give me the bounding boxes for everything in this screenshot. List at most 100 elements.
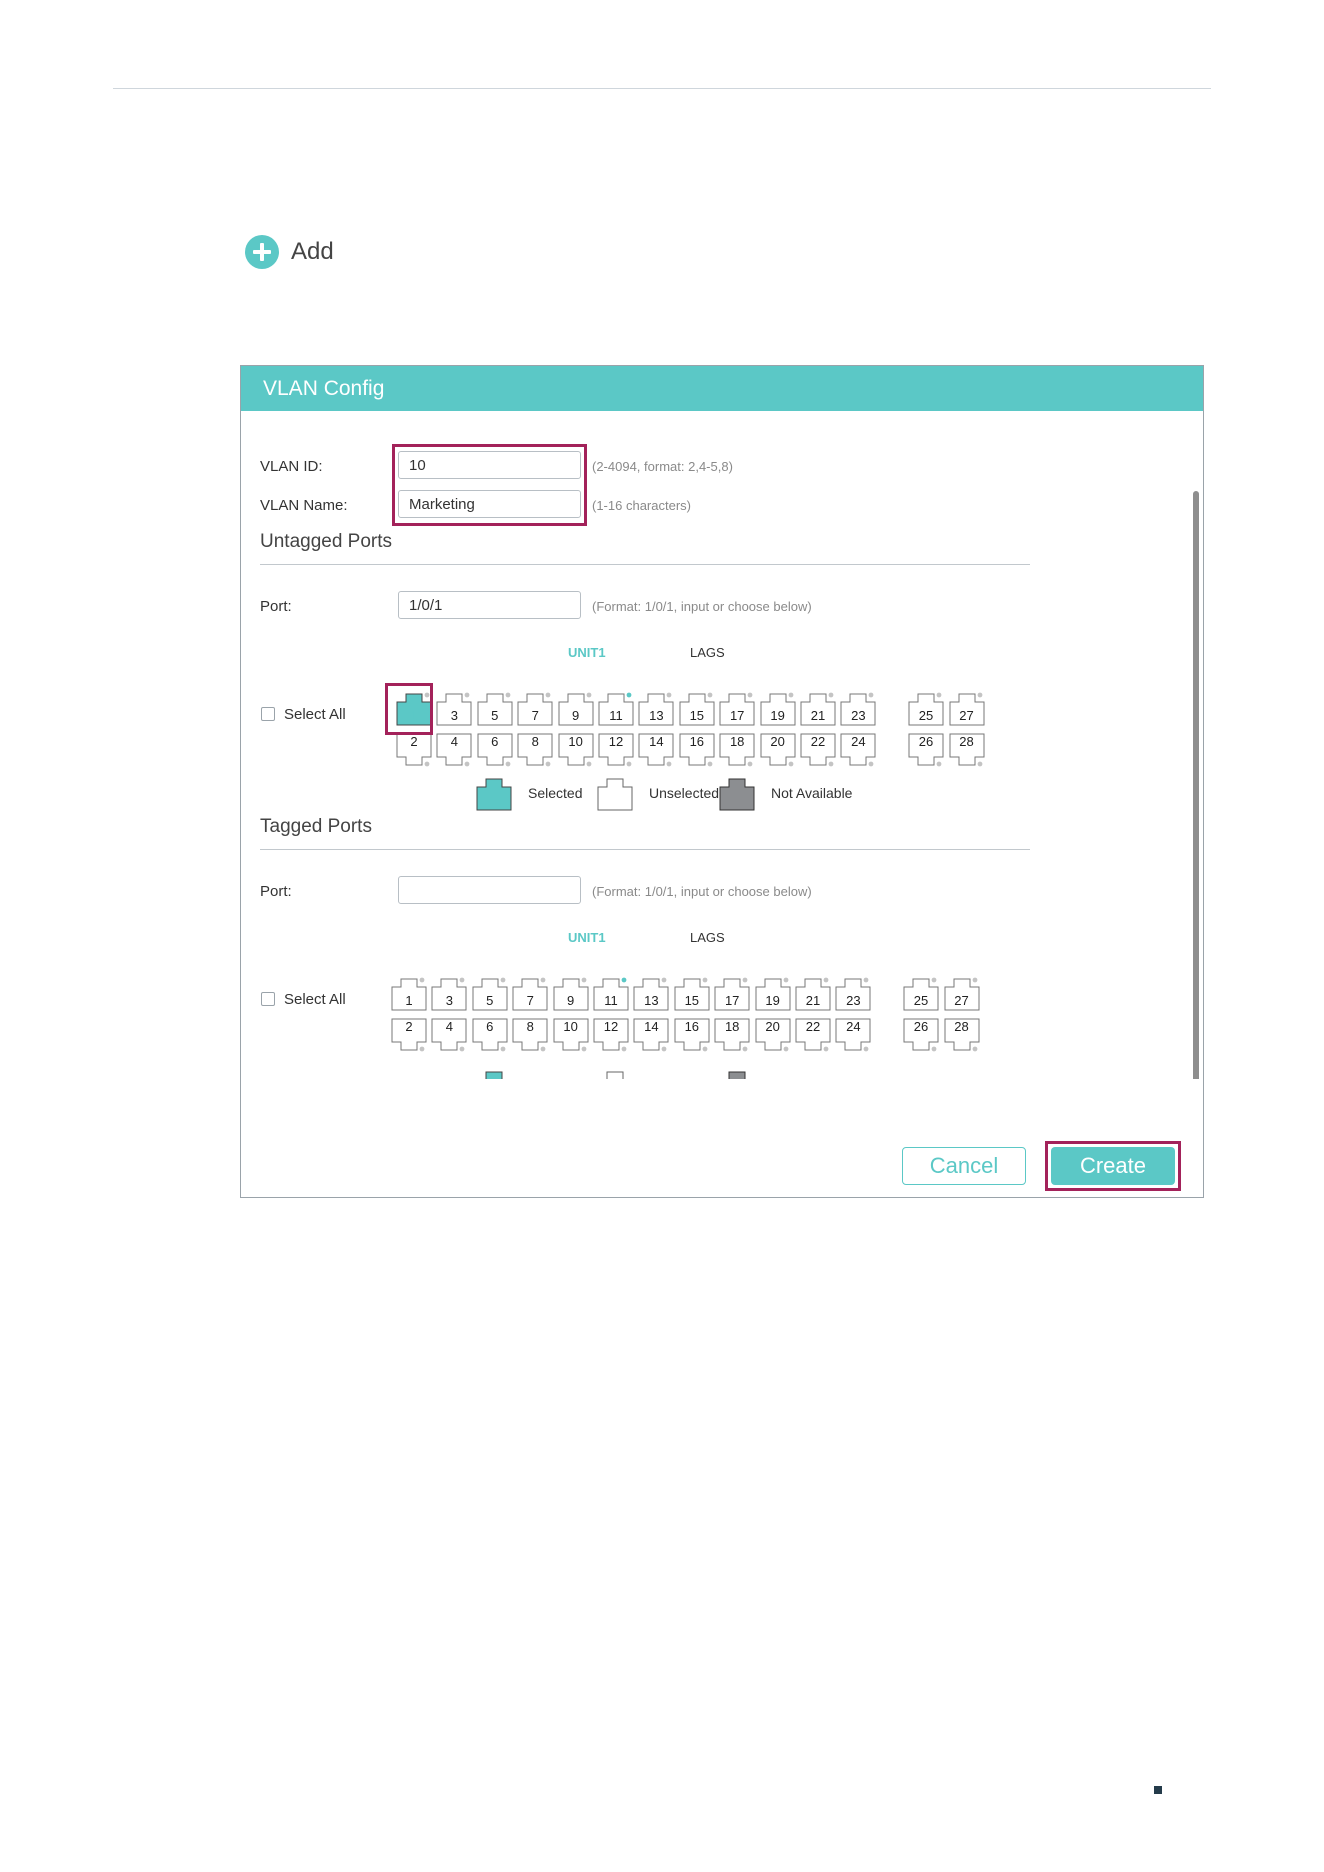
untagged-ports-title: Untagged Ports xyxy=(260,531,393,552)
tagged-port-11[interactable]: 11 xyxy=(593,975,629,1011)
untagged-port-24[interactable]: 24 xyxy=(840,733,876,769)
scrollbar[interactable] xyxy=(1193,491,1199,1079)
tagged-port-4[interactable]: 4 xyxy=(431,1018,467,1054)
tagged-port-28[interactable]: 28 xyxy=(944,1018,980,1054)
tagged-port-26[interactable]: 26 xyxy=(903,1018,939,1054)
untagged-port-7[interactable]: 7 xyxy=(517,690,553,726)
tagged-port-25[interactable]: 25 xyxy=(903,975,939,1011)
port-number: 14 xyxy=(644,1019,659,1034)
port-number: 24 xyxy=(851,734,866,749)
plus-circle-icon xyxy=(245,235,279,269)
port-number: 23 xyxy=(846,993,861,1008)
untagged-port-9[interactable]: 9 xyxy=(558,690,594,726)
untagged-port-27[interactable]: 27 xyxy=(949,690,985,726)
port-number: 12 xyxy=(608,734,624,749)
tagged-port-3[interactable]: 3 xyxy=(431,975,467,1011)
untagged-port-22[interactable]: 22 xyxy=(800,733,836,769)
untagged-port-3[interactable]: 3 xyxy=(436,690,472,726)
untagged-port-25[interactable]: 25 xyxy=(908,690,944,726)
port-number: 27 xyxy=(959,708,974,723)
tagged-port-14[interactable]: 14 xyxy=(633,1018,669,1054)
port-number: 2 xyxy=(410,734,418,749)
vlan-name-hint: (1-16 characters) xyxy=(592,498,691,513)
port-number: 25 xyxy=(918,708,934,723)
untagged-port-19[interactable]: 19 xyxy=(760,690,796,726)
port-number: 11 xyxy=(604,993,618,1008)
untagged-select-all-checkbox[interactable] xyxy=(261,707,275,721)
tagged-port-22[interactable]: 22 xyxy=(795,1018,831,1054)
port-number: 5 xyxy=(491,708,499,723)
add-label: Add xyxy=(291,238,334,265)
tagged-port-15[interactable]: 15 xyxy=(674,975,710,1011)
tagged-port-8[interactable]: 8 xyxy=(512,1018,548,1054)
tagged-port-21[interactable]: 21 xyxy=(795,975,831,1011)
tagged-port-17[interactable]: 17 xyxy=(714,975,750,1011)
tagged-port-5[interactable]: 5 xyxy=(472,975,508,1011)
untagged-port-20[interactable]: 20 xyxy=(760,733,796,769)
untagged-port-8[interactable]: 8 xyxy=(517,733,553,769)
tagged-port-input[interactable] xyxy=(398,876,581,904)
tagged-port-20[interactable]: 20 xyxy=(755,1018,791,1054)
port-number: 2 xyxy=(405,1019,413,1034)
untagged-port-14[interactable]: 14 xyxy=(638,733,674,769)
port-number: 26 xyxy=(913,1019,929,1034)
untagged-port-13[interactable]: 13 xyxy=(638,690,674,726)
untagged-port-4[interactable]: 4 xyxy=(436,733,472,769)
port-number: 18 xyxy=(724,1019,740,1034)
port-number: 20 xyxy=(770,734,785,749)
untagged-port-23[interactable]: 23 xyxy=(840,690,876,726)
legend-selected: Selected xyxy=(476,775,582,811)
port-number: 21 xyxy=(805,993,821,1008)
port-number: 15 xyxy=(684,993,700,1008)
untagged-port-26[interactable]: 26 xyxy=(908,733,944,769)
tagged-port-18[interactable]: 18 xyxy=(714,1018,750,1054)
port-number: 13 xyxy=(649,708,664,723)
port-number: 23 xyxy=(851,708,866,723)
untagged-port-input[interactable] xyxy=(398,591,581,619)
tagged-legend-not-available-icon xyxy=(728,1071,746,1079)
untagged-port-11[interactable]: 11 xyxy=(598,690,634,726)
untagged-port-21[interactable]: 21 xyxy=(800,690,836,726)
tagged-port-24[interactable]: 24 xyxy=(835,1018,871,1054)
untagged-port-2[interactable]: 2 xyxy=(396,733,432,769)
untagged-port-10[interactable]: 10 xyxy=(558,733,594,769)
tagged-port-19[interactable]: 19 xyxy=(755,975,791,1011)
tagged-port-12[interactable]: 12 xyxy=(593,1018,629,1054)
tagged-port-23[interactable]: 23 xyxy=(835,975,871,1011)
untagged-port-16[interactable]: 16 xyxy=(679,733,715,769)
untagged-port-5[interactable]: 5 xyxy=(477,690,513,726)
tagged-port-16[interactable]: 16 xyxy=(674,1018,710,1054)
tagged-port-1[interactable]: 1 xyxy=(391,975,427,1011)
untagged-port-1[interactable]: 1 xyxy=(396,690,432,726)
dialog-title: VLAN Config xyxy=(263,376,385,400)
port-number: 14 xyxy=(649,734,664,749)
create-button[interactable]: Create xyxy=(1051,1147,1175,1185)
vlan-name-input[interactable] xyxy=(398,490,581,518)
legend-not-available: Not Available xyxy=(719,775,852,811)
untagged-port-28[interactable]: 28 xyxy=(949,733,985,769)
vlan-id-input[interactable] xyxy=(398,451,581,479)
tagged-ports-title: Tagged Ports xyxy=(260,816,372,837)
port-number: 7 xyxy=(531,708,539,723)
tagged-port-9[interactable]: 9 xyxy=(553,975,589,1011)
untagged-port-12[interactable]: 12 xyxy=(598,733,634,769)
tagged-port-2[interactable]: 2 xyxy=(391,1018,427,1054)
cancel-button[interactable]: Cancel xyxy=(902,1147,1026,1185)
tagged-divider xyxy=(260,849,1030,850)
tagged-port-7[interactable]: 7 xyxy=(512,975,548,1011)
tagged-port-label: Port: xyxy=(260,883,292,900)
port-number: 10 xyxy=(568,734,583,749)
dialog-body: VLAN ID: (2-4094, format: 2,4-5,8) VLAN … xyxy=(241,411,1203,1079)
add-button[interactable]: Add xyxy=(245,235,334,269)
port-number: 1 xyxy=(405,993,413,1008)
untagged-port-18[interactable]: 18 xyxy=(719,733,755,769)
untagged-port-17[interactable]: 17 xyxy=(719,690,755,726)
tagged-port-6[interactable]: 6 xyxy=(472,1018,508,1054)
tagged-port-27[interactable]: 27 xyxy=(944,975,980,1011)
tagged-select-all-checkbox[interactable] xyxy=(261,992,275,1006)
untagged-port-6[interactable]: 6 xyxy=(477,733,513,769)
tagged-port-10[interactable]: 10 xyxy=(553,1018,589,1054)
untagged-port-15[interactable]: 15 xyxy=(679,690,715,726)
vlan-config-dialog: VLAN Config VLAN ID: (2-4094, format: 2,… xyxy=(240,365,1204,1198)
tagged-port-13[interactable]: 13 xyxy=(633,975,669,1011)
